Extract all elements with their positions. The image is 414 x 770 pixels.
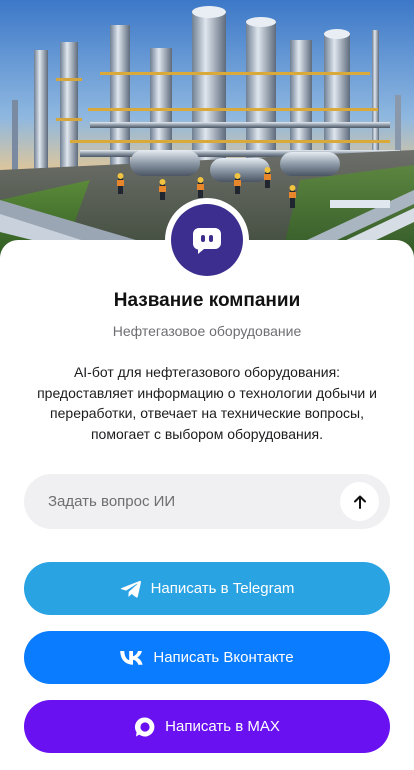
chat-bot-icon — [192, 228, 221, 254]
vk-button[interactable]: Написать Вконтакте — [24, 631, 390, 684]
ask-ai-input[interactable] — [24, 474, 340, 529]
telegram-button-label: Написать в Telegram — [150, 580, 295, 597]
max-button[interactable]: Написать в MAX — [24, 700, 390, 753]
vk-icon — [120, 650, 144, 665]
send-button[interactable] — [340, 482, 379, 521]
avatar-circle — [171, 204, 243, 276]
avatar — [165, 198, 249, 282]
vk-button-label: Написать Вконтакте — [153, 649, 294, 666]
ask-ai-box — [24, 474, 390, 529]
max-icon — [134, 716, 156, 738]
max-button-label: Написать в MAX — [165, 718, 280, 735]
telegram-icon — [120, 579, 142, 599]
company-description: AI-бот для нефтегазового оборудования: п… — [37, 364, 377, 442]
telegram-button[interactable]: Написать в Telegram — [24, 562, 390, 615]
company-subtitle: Нефтегазовое оборудование — [112, 323, 302, 339]
page: Название компании Нефтегазовое оборудова… — [0, 0, 414, 770]
company-name: Название компании — [113, 290, 301, 311]
arrow-up-icon — [353, 495, 366, 509]
